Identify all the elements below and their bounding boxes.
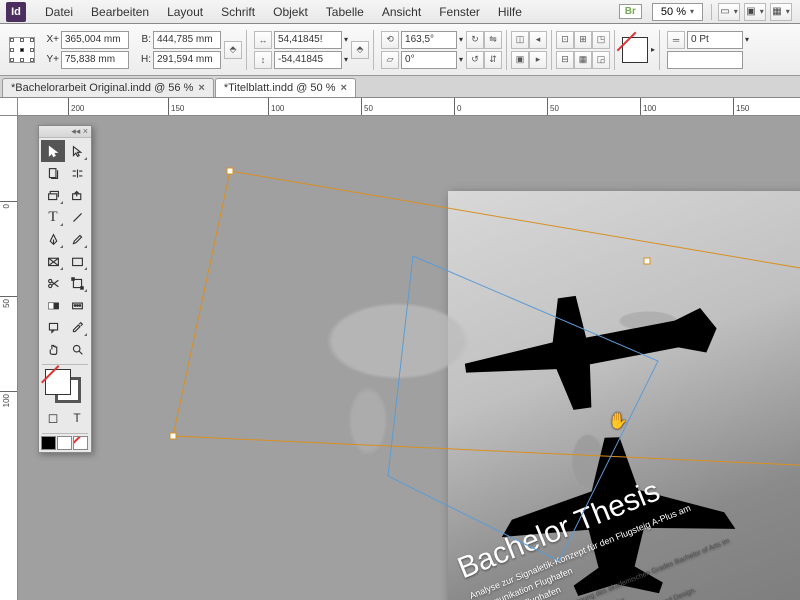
fit-proportional-icon[interactable]: ◳ [592, 31, 610, 49]
rotate-ccw-icon[interactable]: ↺ [466, 51, 484, 69]
scale-x-input[interactable]: 54,41845! [274, 31, 342, 49]
bridge-button[interactable]: Br [619, 4, 642, 19]
app-logo: Id [6, 2, 26, 22]
tools-panel[interactable]: ◂◂ × T ◻ T [38, 125, 92, 453]
ruler-origin[interactable] [0, 98, 18, 116]
apply-color-icon[interactable] [41, 436, 56, 450]
scale-y-input[interactable]: -54,41845 [274, 51, 342, 69]
stroke-weight-input[interactable]: 0 Pt [687, 31, 743, 49]
gradient-swatch-tool[interactable] [41, 294, 65, 316]
menu-bar: Id Datei Bearbeiten Layout Schrift Objek… [0, 0, 800, 24]
stroke-style-select[interactable] [667, 51, 743, 69]
zoom-tool[interactable] [65, 338, 89, 360]
menu-layout[interactable]: Layout [158, 5, 212, 19]
menu-file[interactable]: Datei [36, 5, 82, 19]
flip-vertical-icon[interactable]: ⇵ [484, 51, 502, 69]
reference-point-proxy[interactable] [9, 37, 35, 63]
close-icon[interactable]: × [340, 82, 346, 94]
eyedropper-tool[interactable] [65, 316, 89, 338]
tab-label: *Bachelorarbeit Original.indd @ 56 % [11, 82, 193, 94]
apply-none-icon[interactable] [73, 436, 88, 450]
rotate-icon: ⟲ [381, 31, 399, 49]
page[interactable]: Bachelor Thesis Analyse zur Signaletik-K… [448, 191, 800, 600]
content-collector-tool[interactable] [41, 184, 65, 206]
gradient-feather-tool[interactable] [65, 294, 89, 316]
rotate-cw-icon[interactable]: ↻ [466, 31, 484, 49]
panel-header[interactable]: ◂◂ × [39, 126, 91, 138]
menu-window[interactable]: Fenster [430, 5, 489, 19]
view-options-dropdown[interactable]: ▭ [718, 3, 740, 21]
page-tool[interactable] [41, 162, 65, 184]
document-tab-bar: *Bachelorarbeit Original.indd @ 56 % × *… [0, 76, 800, 98]
width-input[interactable]: 444,785 mm [153, 31, 221, 49]
hand-tool[interactable] [41, 338, 65, 360]
default-colors-row [39, 436, 91, 452]
select-prev-icon[interactable]: ◂ [529, 31, 547, 49]
fit-content-icon[interactable]: ⊡ [556, 31, 574, 49]
x-label: X+ [43, 34, 59, 45]
rotation-input[interactable]: 163,5° [401, 31, 457, 49]
scale-y-icon: ↕ [254, 51, 272, 69]
formatting-text-icon[interactable]: T [65, 407, 89, 429]
line-tool[interactable] [65, 206, 89, 228]
document-tab[interactable]: *Bachelorarbeit Original.indd @ 56 % × [2, 78, 214, 97]
stroke-weight-icon: ═ [667, 31, 685, 49]
select-container-icon[interactable]: ◫ [511, 31, 529, 49]
free-transform-tool[interactable] [65, 272, 89, 294]
center-content-icon[interactable]: ⊞ [574, 31, 592, 49]
document-canvas[interactable]: Bachelor Thesis Analyse zur Signaletik-K… [18, 116, 800, 600]
menu-view[interactable]: Ansicht [373, 5, 430, 19]
fill-swatch[interactable] [622, 37, 648, 63]
rectangle-frame-tool[interactable] [41, 250, 65, 272]
pencil-tool[interactable] [65, 228, 89, 250]
width-label: B: [135, 34, 151, 45]
vertical-ruler[interactable]: 0 50 100 [0, 116, 18, 600]
pen-tool[interactable] [41, 228, 65, 250]
menu-table[interactable]: Tabelle [317, 5, 373, 19]
selection-tool[interactable] [41, 140, 65, 162]
content-placer-tool[interactable] [65, 184, 89, 206]
constrain-scale-icon[interactable]: ⬘ [351, 41, 369, 59]
zoom-level-select[interactable]: 50 % [652, 3, 703, 21]
constrain-proportions-icon[interactable]: ⬘ [224, 41, 242, 59]
menu-type[interactable]: Schrift [212, 5, 264, 19]
screen-mode-dropdown[interactable]: ▣ [744, 3, 766, 21]
fill-frame-icon[interactable]: ▦ [574, 51, 592, 69]
close-icon[interactable]: × [198, 82, 204, 94]
gap-tool[interactable] [65, 162, 89, 184]
apply-gradient-icon[interactable] [57, 436, 72, 450]
shear-input[interactable]: 0° [401, 51, 457, 69]
select-content-icon[interactable]: ▣ [511, 51, 529, 69]
fit-frame-icon[interactable]: ⊟ [556, 51, 574, 69]
menu-help[interactable]: Hilfe [489, 5, 531, 19]
rectangle-tool[interactable] [65, 250, 89, 272]
control-bar: X+365,004 mm Y+75,838 mm B:444,785 mm H:… [0, 24, 800, 76]
scissors-tool[interactable] [41, 272, 65, 294]
fill-stroke-swatch[interactable] [41, 367, 89, 403]
height-label: H: [135, 54, 151, 65]
flip-horizontal-icon[interactable]: ⇋ [484, 31, 502, 49]
y-label: Y+ [43, 54, 59, 65]
shear-icon: ▱ [381, 51, 399, 69]
tab-label: *Titelblatt.indd @ 50 % [224, 82, 336, 94]
scale-x-icon: ↔ [254, 31, 272, 49]
type-tool[interactable]: T [41, 206, 65, 228]
menu-object[interactable]: Objekt [264, 5, 317, 19]
x-position-input[interactable]: 365,004 mm [61, 31, 129, 49]
menu-edit[interactable]: Bearbeiten [82, 5, 158, 19]
select-next-icon[interactable]: ▸ [529, 51, 547, 69]
note-tool[interactable] [41, 316, 65, 338]
auto-fit-icon[interactable]: ◲ [592, 51, 610, 69]
horizontal-ruler[interactable]: 200 150 100 50 0 50 100 150 [18, 98, 800, 116]
direct-selection-tool[interactable] [65, 140, 89, 162]
arrange-documents-dropdown[interactable]: ▦ [770, 3, 792, 21]
height-input[interactable]: 291,594 mm [153, 51, 221, 69]
formatting-container-icon[interactable]: ◻ [41, 407, 65, 429]
document-tab[interactable]: *Titelblatt.indd @ 50 % × [215, 78, 356, 97]
y-position-input[interactable]: 75,838 mm [61, 51, 129, 69]
